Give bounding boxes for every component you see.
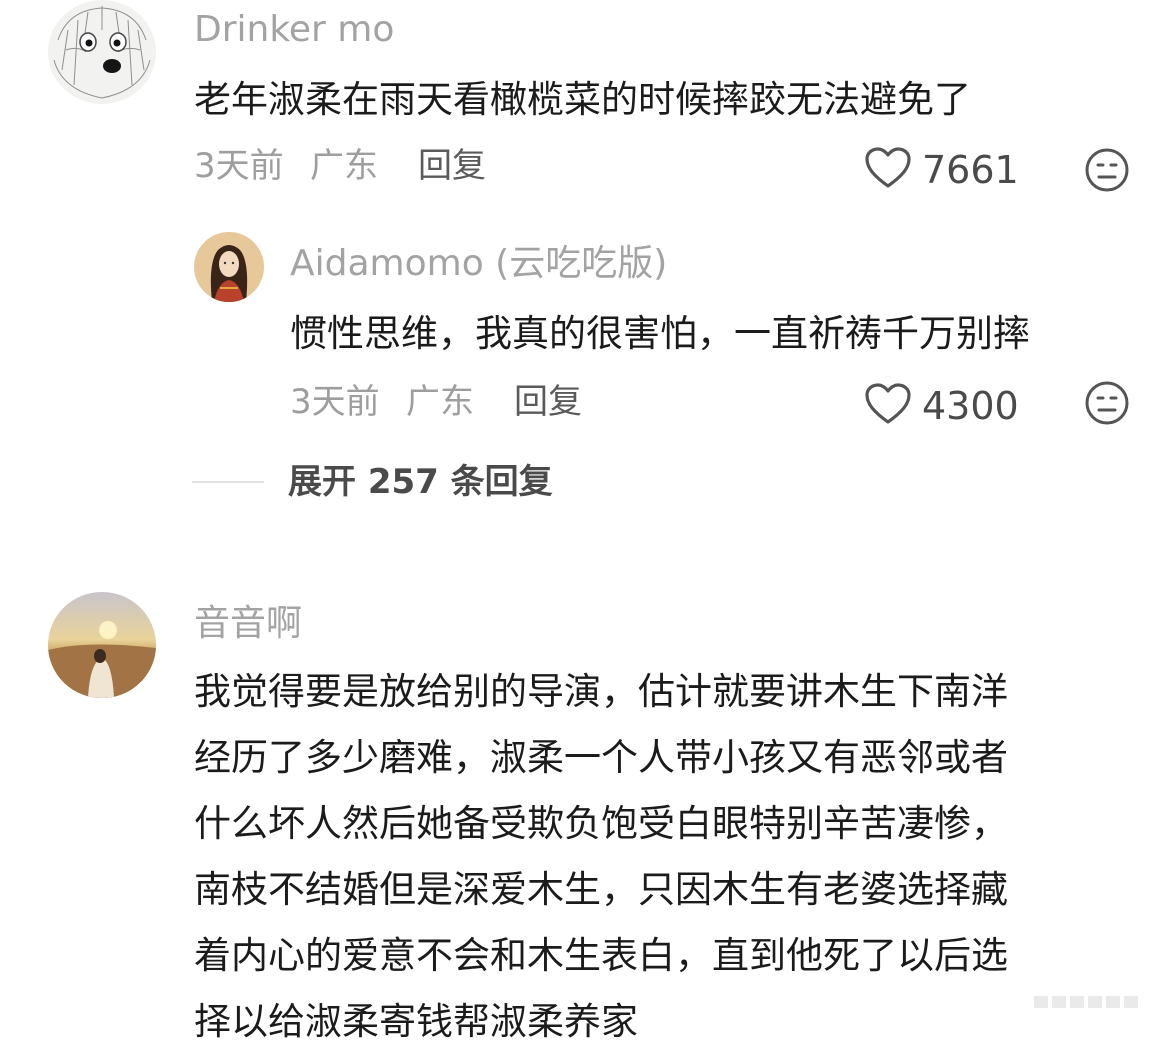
comment-text-line: 经历了多少磨难，淑柔一个人带小孩又有恶邻或者	[194, 736, 1008, 779]
comment-text-line: 择以给淑柔寄钱帮淑柔养家	[194, 1000, 638, 1043]
comment-username[interactable]: 音音啊	[194, 604, 302, 644]
comment-text-line: 南枝不结婚但是深爱木生，只因木生有老婆选择藏	[194, 868, 1008, 911]
comment-text-line: 着内心的爱意不会和木生表白，直到他死了以后选	[194, 934, 1008, 977]
user-avatar[interactable]	[48, 592, 156, 698]
comment-3: 音音啊 我觉得要是放给别的导演，估计就要讲木生下南洋 经历了多少磨难，淑柔一个人…	[0, 0, 1153, 1043]
comment-text-line: 我觉得要是放给别的导演，估计就要讲木生下南洋	[194, 670, 1008, 713]
watermark-graphic	[1032, 990, 1144, 1014]
comment-text-line: 什么坏人然后她备受欺负饱受白眼特别辛苦凄惨，	[194, 802, 1008, 845]
